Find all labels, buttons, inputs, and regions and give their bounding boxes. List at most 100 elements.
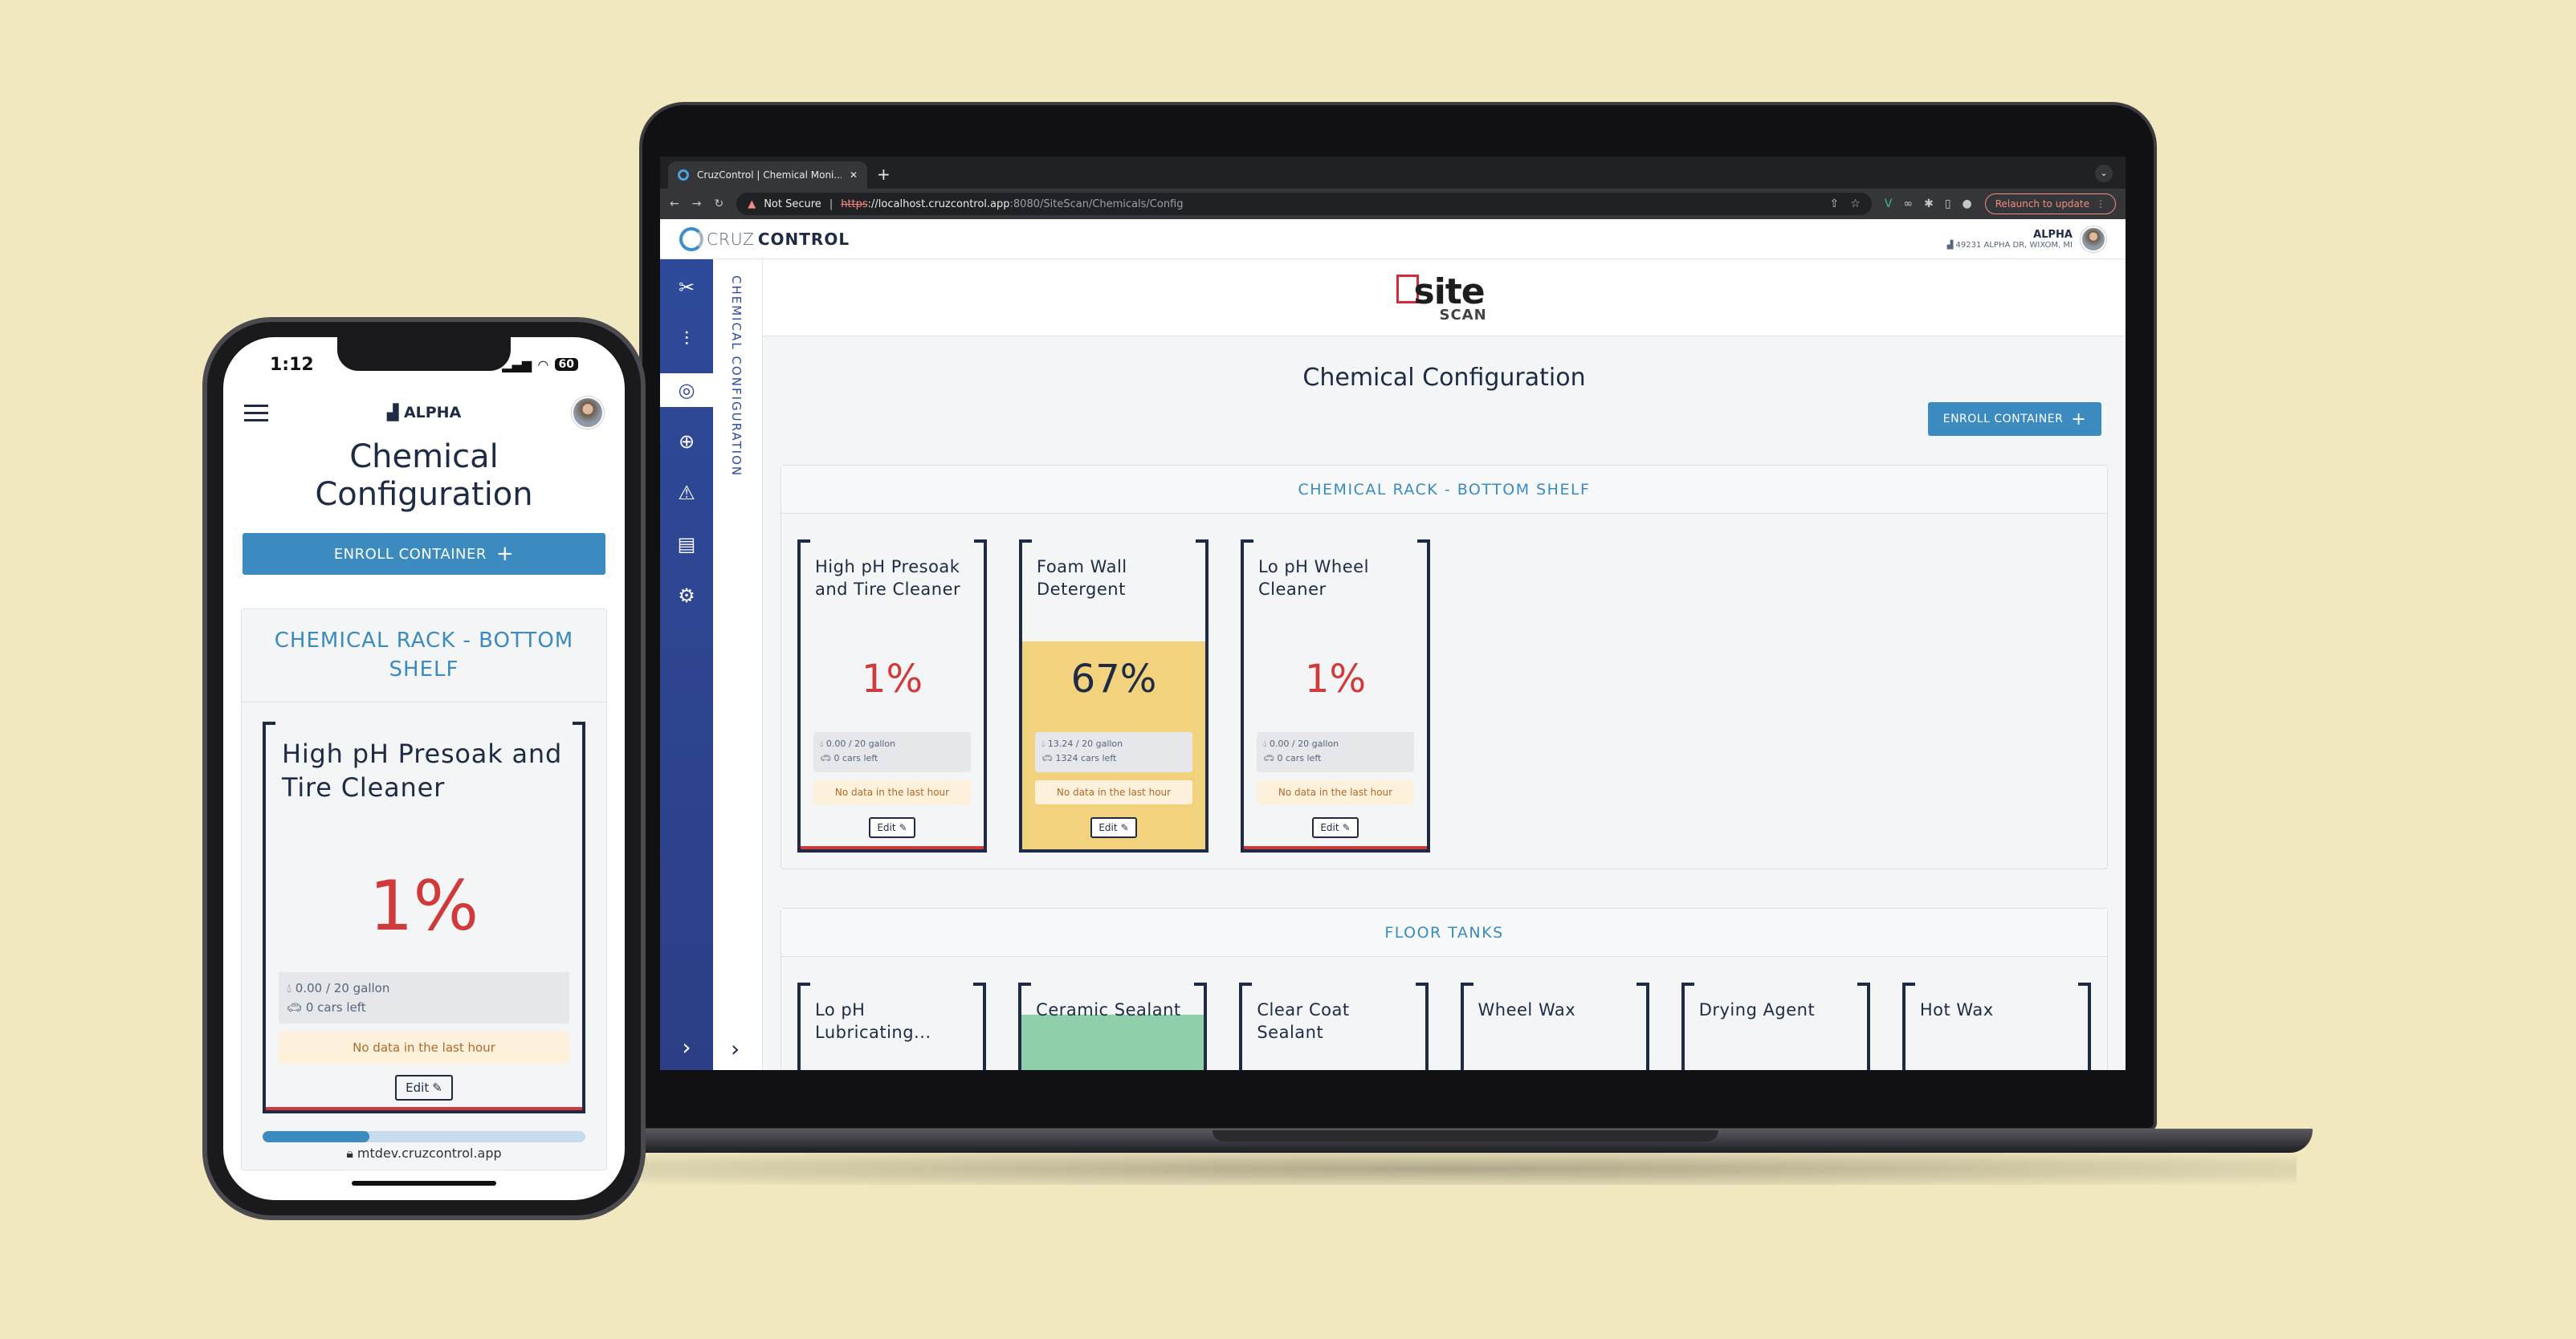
card-status: No data in the last hour [1035, 780, 1192, 804]
card-title: Drying Agent [1698, 1000, 1816, 1020]
chemical-card[interactable]: Wheel Wax [1460, 983, 1649, 1070]
sidebar: ✂ ⫶ ◎ ⊕ ⚠ ▤ ⚙ › [660, 259, 713, 1070]
back-icon[interactable]: ← [670, 197, 679, 210]
radar-icon[interactable]: ◎ [660, 373, 713, 407]
card-title: Wheel Wax [1478, 1000, 1576, 1020]
car-icon: 🚗︎ [1041, 752, 1056, 763]
chevron-right-icon[interactable]: › [682, 1034, 691, 1060]
phone-url[interactable]: 🔒︎ mtdev.cruzcontrol.app [223, 1146, 625, 1162]
card-status: No data in the last hour [279, 1032, 569, 1064]
card-stats: 💧︎ 0.00 / 20 gallon 🚗︎ 0 cars left [813, 732, 971, 772]
site-selector[interactable]: ALPHA ▟ 49231 ALPHA DR, WIXOM, MI [1947, 226, 2106, 252]
sitescan-logo: site SCAN [1396, 270, 1493, 326]
edit-button[interactable]: Edit ✎ [1312, 817, 1359, 838]
phone-enroll-container-button[interactable]: ENROLL CONTAINER + [243, 533, 605, 575]
plus-icon: + [2071, 409, 2087, 429]
edit-icon: ✎ [1342, 822, 1351, 833]
card-percent: 67% [1070, 657, 1157, 702]
report-icon[interactable]: ▤ [660, 527, 713, 561]
laptop-notch [1213, 1130, 1718, 1142]
tab-search-icon[interactable]: ⌄ [2095, 165, 2113, 182]
card-title: Lo pH Wheel Cleaner [1258, 557, 1369, 600]
card-stats: 💧︎ 13.24 / 20 gallon 🚗︎ 1324 cars left [1035, 732, 1192, 772]
sidepanel-icon[interactable]: ▯ [1945, 197, 1951, 210]
chemical-card[interactable]: Lo pH Lubricating... [797, 983, 987, 1070]
phone-time: 1:12 [270, 354, 314, 375]
kebab-menu-icon: ⋮ [2096, 198, 2105, 210]
building-icon: ▟ [386, 404, 404, 421]
phone-header: ▟ ALPHA [223, 390, 625, 435]
cruzcontrol-logo[interactable]: CRUZ CONTROL [679, 226, 850, 251]
phone-chemical-card[interactable]: High pH Presoak and Tire Cleaner 1% 💧︎ 0… [263, 722, 585, 1113]
phone-notch [337, 337, 511, 371]
card-status: No data in the last hour [1257, 780, 1414, 804]
laptop-shadow [610, 1153, 2297, 1185]
carousel-progress[interactable] [263, 1131, 585, 1142]
tools-icon[interactable]: ✂ [660, 271, 713, 304]
car-icon: 🚗︎ [1263, 752, 1278, 763]
edit-button[interactable]: Edit ✎ [1090, 817, 1137, 838]
chemical-card[interactable]: Hot Wax [1901, 983, 2092, 1070]
floor-cards: Lo pH Lubricating... Ceramic Sealant Clear… [781, 957, 2107, 1070]
card-status: No data in the last hour [813, 780, 971, 804]
card-title: High pH Presoak and Tire Cleaner [815, 557, 961, 600]
subnav-label[interactable]: CHEMICAL CONFIGURATION [729, 275, 744, 477]
edit-icon: ✎ [432, 1081, 442, 1095]
profile-icon[interactable]: ● [1963, 197, 1972, 210]
phone-screen: 1:12 ▂▄▆ ◠ 60 ▟ ALPHA Chemical Configurat… [223, 337, 625, 1200]
browser-tabbar: CruzControl | Chemical Moni... ✕ + ⌄ [660, 157, 2126, 189]
building-icon: ▟ [1946, 240, 1956, 250]
chemical-card[interactable]: Drying Agent [1681, 983, 1871, 1070]
puzzle-icon[interactable]: ✱ [1924, 197, 1934, 210]
card-title: High pH Presoak and Tire Cleaner [282, 739, 563, 803]
app-header: CRUZ CONTROL ALPHA ▟ 49231 ALPHA DR, WIXO… [660, 219, 2126, 259]
relaunch-button[interactable]: Relaunch to update ⋮ [1984, 193, 2116, 214]
drop-icon: 💧︎ [820, 739, 826, 749]
favicon-icon [678, 169, 689, 181]
fill-level [1021, 1015, 1204, 1070]
subnav-chevron-right-icon[interactable]: › [731, 1036, 740, 1062]
edit-icon: ✎ [899, 822, 907, 833]
new-tab-button[interactable]: + [877, 165, 891, 184]
site-address: ▟ 49231 ALPHA DR, WIXOM, MI [1946, 240, 2073, 250]
warning-icon: ▲ [748, 197, 756, 210]
glasses-extension-icon[interactable]: ∞ [1903, 197, 1913, 210]
edit-button[interactable]: Edit ✎ [395, 1075, 453, 1101]
close-tab-icon[interactable]: ✕ [850, 169, 858, 181]
rack-section-title: CHEMICAL RACK - BOTTOM SHELF [781, 466, 2107, 514]
drop-icon: 💧︎ [287, 981, 296, 995]
vue-extension-icon[interactable]: V [1885, 197, 1893, 210]
rack-section: CHEMICAL RACK - BOTTOM SHELF High pH Pre… [781, 465, 2108, 869]
globe-gear-icon[interactable]: ⊕ [660, 425, 713, 458]
home-indicator [352, 1181, 496, 1186]
forward-icon[interactable]: → [692, 197, 702, 210]
chemical-card[interactable]: Foam Wall Detergent 67% 💧︎ 13.24 / 20 gall… [1019, 539, 1209, 853]
gears-icon[interactable]: ⚙ [660, 579, 713, 613]
chemical-card[interactable]: Clear Coat Sealant [1239, 983, 1429, 1070]
warning-icon[interactable]: ⚠ [660, 476, 713, 510]
car-icon: 🚗︎ [287, 1000, 306, 1015]
sliders-icon[interactable]: ⫶ [660, 322, 713, 356]
browser-tab[interactable]: CruzControl | Chemical Moni... ✕ [668, 161, 867, 189]
card-stats: 💧︎ 0.00 / 20 gallon 🚗︎ 0 cars left [279, 972, 569, 1024]
empty-indicator [801, 846, 984, 849]
url-divider: | [829, 197, 834, 210]
tab-title: CruzControl | Chemical Moni... [697, 169, 842, 181]
avatar[interactable] [2081, 226, 2106, 252]
drop-icon: 💧︎ [1263, 739, 1270, 749]
subnav: CHEMICAL CONFIGURATION › [713, 259, 763, 1070]
chemical-card[interactable]: High pH Presoak and Tire Cleaner 1% 💧︎ 0.0… [797, 539, 987, 853]
security-label: Not Secure [764, 197, 821, 210]
enroll-container-button[interactable]: ENROLL CONTAINER + [1928, 402, 2101, 436]
phone-location[interactable]: ▟ ALPHA [223, 404, 625, 421]
chemical-card[interactable]: Lo pH Wheel Cleaner 1% 💧︎ 0.00 / 20 gallon… [1241, 539, 1430, 853]
floor-section-title: FLOOR TANKS [781, 909, 2107, 957]
bookmark-star-icon[interactable]: ☆ [1850, 197, 1861, 210]
share-icon[interactable]: ⇧ [1830, 197, 1840, 210]
reload-icon[interactable]: ↻ [714, 197, 723, 210]
edit-button[interactable]: Edit ✎ [869, 817, 915, 838]
phone-rack-section: CHEMICAL RACK - BOTTOM SHELF High pH Pre… [241, 608, 607, 1170]
card-percent: 1% [1304, 657, 1367, 702]
address-bar[interactable]: ▲ Not Secure | https://localhost.cruzcon… [736, 193, 1872, 215]
chemical-card[interactable]: Ceramic Sealant [1018, 983, 1208, 1070]
